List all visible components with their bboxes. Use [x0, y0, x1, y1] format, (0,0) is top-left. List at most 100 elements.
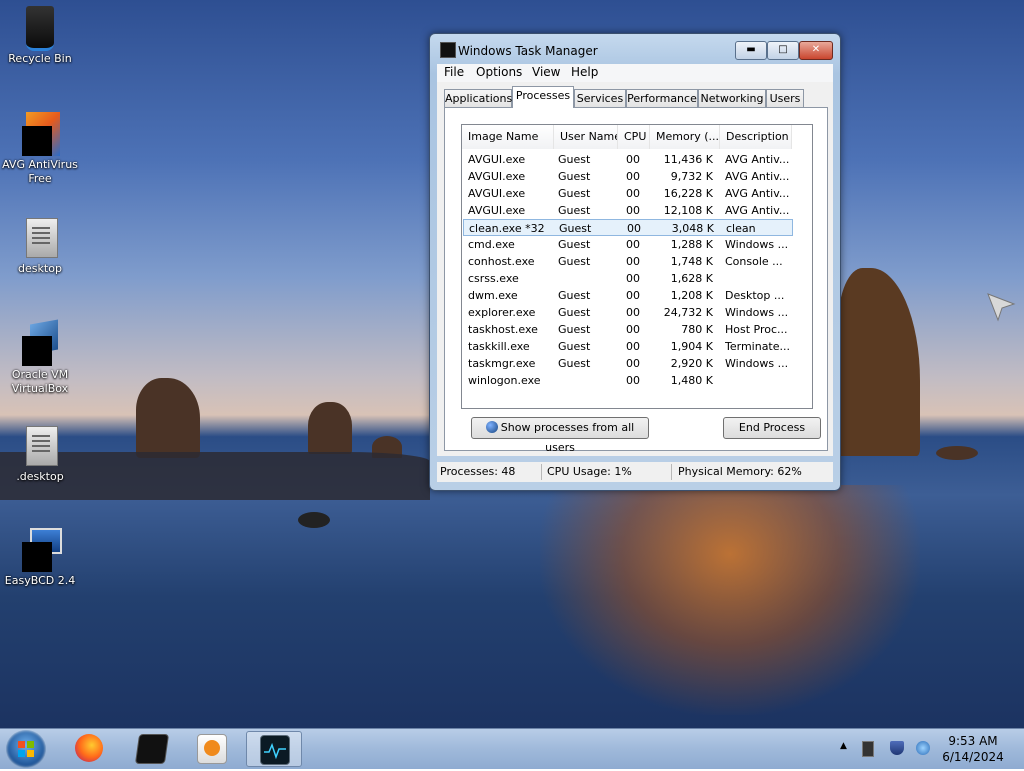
process-cpu: 00 — [626, 357, 640, 370]
desktop-icon-virtualbox[interactable]: Oracle VM VirtualBox — [0, 319, 80, 396]
process-image-name: clean.exe *32 — [469, 222, 545, 235]
menu-file[interactable]: File — [444, 65, 464, 79]
menu-bar: File Options View Help — [437, 64, 833, 82]
column-header-image-name[interactable]: Image Name — [462, 125, 554, 149]
process-image-name: AVGUI.exe — [468, 187, 526, 200]
process-image-name: explorer.exe — [468, 306, 536, 319]
column-header-user-name[interactable]: User Name — [554, 125, 618, 149]
action-center-icon[interactable] — [862, 741, 874, 757]
process-image-name: cmd.exe — [468, 238, 515, 251]
terminal-icon — [134, 734, 170, 764]
processes-tab-body: Image Name User Name CPU Memory (... Des… — [444, 107, 828, 454]
status-separator — [541, 464, 542, 480]
process-image-name: taskkill.exe — [468, 340, 530, 353]
maximize-button[interactable]: □ — [767, 41, 799, 60]
menu-view[interactable]: View — [532, 65, 560, 79]
end-process-button[interactable]: End Process — [723, 417, 821, 439]
process-image-name: winlogon.exe — [468, 374, 541, 387]
process-image-name: taskmgr.exe — [468, 357, 536, 370]
mouse-cursor-icon — [987, 293, 1016, 322]
process-row[interactable]: AVGUI.exe Guest 00 9,732 K AVG Antiv... — [463, 168, 793, 185]
start-button[interactable] — [6, 730, 46, 768]
process-image-name: csrss.exe — [468, 272, 519, 285]
virtualbox-icon — [20, 319, 60, 366]
taskbar-task-manager[interactable] — [246, 731, 302, 767]
rock-middle — [308, 402, 352, 454]
column-header-label: Description — [726, 130, 789, 143]
process-row[interactable]: AVGUI.exe Guest 00 11,436 K AVG Antiv... — [463, 151, 793, 168]
desktop-icon-dot-desktop[interactable]: .desktop — [0, 424, 80, 484]
process-description: Windows ... — [725, 238, 789, 251]
process-row[interactable]: AVGUI.exe Guest 00 16,228 K AVG Antiv... — [463, 185, 793, 202]
process-row[interactable]: taskkill.exe Guest 00 1,904 K Terminate... — [463, 338, 793, 355]
file-icon — [20, 216, 60, 260]
show-all-users-button[interactable]: Show processes from all users — [471, 417, 649, 454]
clock[interactable]: 9:53 AM 6/14/2024 — [930, 733, 1016, 765]
process-cpu: 00 — [626, 340, 640, 353]
task-manager-app-icon — [440, 42, 456, 58]
tab-performance[interactable]: Performance — [626, 89, 698, 107]
file-icon — [20, 424, 60, 468]
taskbar-terminal[interactable] — [124, 731, 178, 765]
show-hidden-icons-button[interactable]: ▲ — [840, 741, 854, 755]
close-button[interactable]: ✕ — [799, 41, 833, 60]
tab-users[interactable]: Users — [766, 89, 804, 107]
recycle-bin-icon — [20, 6, 60, 51]
process-list[interactable]: Image Name User Name CPU Memory (... Des… — [461, 124, 813, 409]
process-user-name: Guest — [558, 238, 591, 251]
process-row[interactable]: taskmgr.exe Guest 00 2,920 K Windows ... — [463, 355, 793, 372]
desktop-icon-desktop[interactable]: desktop — [0, 216, 80, 276]
process-row[interactable]: clean.exe *32 Guest 00 3,048 K clean — [463, 219, 793, 236]
desktop-icon-avg[interactable]: AVG AntiVirus Free — [0, 112, 80, 186]
process-row[interactable]: winlogon.exe 00 1,480 K — [463, 372, 793, 389]
tab-panel: Applications Processes Services Performa… — [437, 82, 833, 456]
column-header-cpu[interactable]: CPU — [618, 125, 650, 149]
column-header-description[interactable]: Description — [720, 125, 792, 149]
rock-left — [136, 378, 200, 458]
process-description: AVG Antiv... — [725, 153, 790, 166]
tab-services[interactable]: Services — [574, 89, 626, 107]
process-row[interactable]: taskhost.exe Guest 00 780 K Host Proc... — [463, 321, 793, 338]
process-cpu: 00 — [626, 170, 640, 183]
avg-antivirus-icon — [20, 112, 60, 156]
security-shield-icon[interactable] — [890, 741, 904, 755]
process-cpu: 00 — [626, 374, 640, 387]
taskbar-firefox[interactable] — [62, 731, 116, 765]
process-memory: 1,748 K — [670, 255, 713, 268]
process-row[interactable]: conhost.exe Guest 00 1,748 K Console ... — [463, 253, 793, 270]
process-image-name: conhost.exe — [468, 255, 535, 268]
process-memory: 16,228 K — [663, 187, 713, 200]
menu-options[interactable]: Options — [476, 65, 522, 79]
status-processes: Processes: 48 — [440, 465, 516, 478]
minimize-button[interactable]: ▬ — [735, 41, 767, 60]
process-cpu: 00 — [626, 306, 640, 319]
task-manager-icon — [260, 735, 290, 765]
process-user-name: Guest — [559, 222, 592, 235]
desktop-icon-recycle-bin[interactable]: Recycle Bin — [0, 6, 80, 66]
tab-applications[interactable]: Applications — [444, 89, 512, 107]
process-row[interactable]: csrss.exe 00 1,628 K — [463, 270, 793, 287]
process-row[interactable]: AVGUI.exe Guest 00 12,108 K AVG Antiv... — [463, 202, 793, 219]
process-row[interactable]: cmd.exe Guest 00 1,288 K Windows ... — [463, 236, 793, 253]
process-row[interactable]: dwm.exe Guest 00 1,208 K Desktop ... — [463, 287, 793, 304]
process-cpu: 00 — [627, 222, 641, 235]
process-memory: 1,208 K — [670, 289, 713, 302]
menu-help[interactable]: Help — [571, 65, 598, 79]
process-cpu: 00 — [626, 272, 640, 285]
process-memory: 2,920 K — [670, 357, 713, 370]
tab-processes[interactable]: Processes — [512, 86, 574, 108]
process-row[interactable]: explorer.exe Guest 00 24,732 K Windows ... — [463, 304, 793, 321]
process-memory: 11,436 K — [663, 153, 713, 166]
desktop-icon-easybcd[interactable]: EasyBCD 2.4 — [0, 528, 80, 588]
process-cpu: 00 — [626, 204, 640, 217]
process-user-name: Guest — [558, 255, 591, 268]
taskbar-media-player[interactable] — [184, 731, 238, 765]
process-cpu: 00 — [626, 289, 640, 302]
tab-networking[interactable]: Networking — [698, 89, 766, 107]
task-manager-window[interactable]: Windows Task Manager ▬ □ ✕ File Options … — [429, 33, 841, 491]
process-user-name: Guest — [558, 340, 591, 353]
process-user-name: Guest — [558, 289, 591, 302]
column-header-memory[interactable]: Memory (... — [650, 125, 720, 149]
network-icon[interactable] — [916, 741, 930, 755]
process-image-name: dwm.exe — [468, 289, 518, 302]
